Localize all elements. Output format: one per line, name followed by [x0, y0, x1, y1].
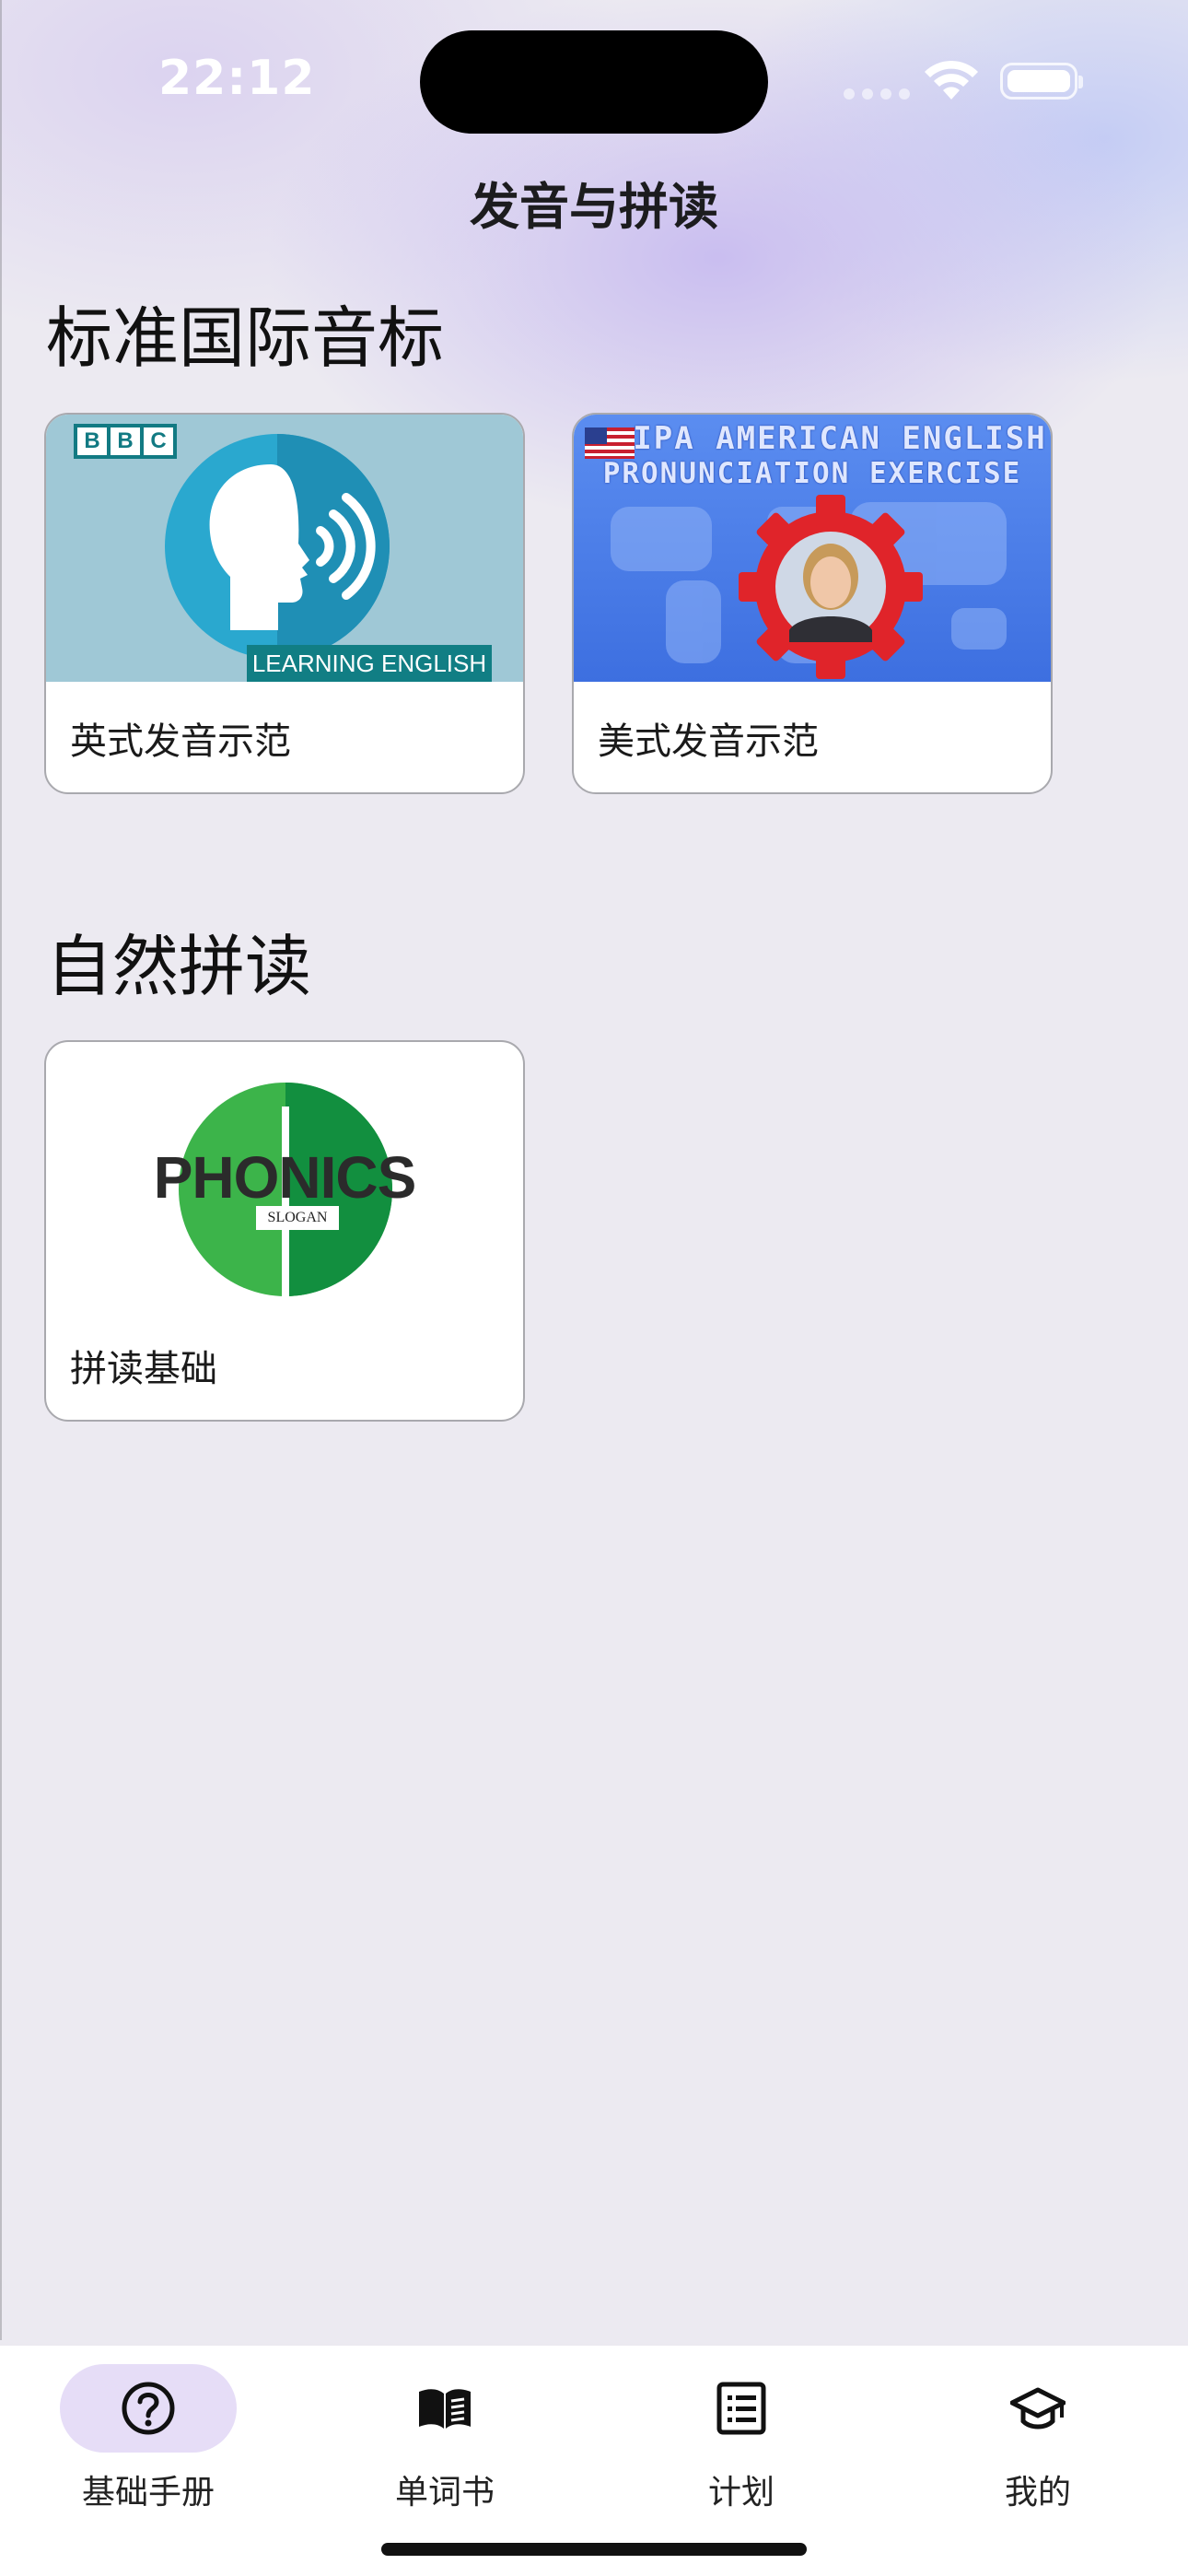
screen-edge: [0, 0, 2, 2340]
tab-label: 计划: [707, 2474, 775, 2512]
home-indicator[interactable]: [381, 2543, 807, 2556]
card-caption: 拼读基础: [70, 1348, 217, 1390]
phonics-slogan: SLOGAN: [256, 1206, 339, 1230]
card-caption: 英式发音示范: [70, 720, 291, 763]
section-title-ipa: 标准国际音标: [46, 299, 445, 377]
list-icon: [716, 2382, 766, 2435]
phonics-thumbnail: PHONICS SLOGAN: [46, 1042, 523, 1309]
status-time: 22:12: [158, 51, 316, 106]
question-circle-icon: [122, 2382, 175, 2435]
tab-label: 我的: [1004, 2474, 1071, 2512]
tab-wordbook[interactable]: 单词书: [297, 2346, 593, 2530]
tab-label: 单词书: [394, 2474, 495, 2512]
book-icon: [419, 2389, 471, 2429]
page-title: 发音与拼读: [470, 178, 718, 236]
tab-basics-handbook[interactable]: 基础手册: [0, 2346, 297, 2530]
card-caption: 美式发音示范: [598, 720, 819, 763]
speaking-head-icon: [165, 434, 390, 659]
ipa-title-line1: IPA AMERICAN ENGLISH: [633, 420, 1047, 457]
gear-portrait-graphic: [739, 495, 923, 679]
phonics-wordmark: PHONICS: [153, 1144, 417, 1211]
tab-bar: 基础手册 单词书 计划 我的: [0, 2346, 1188, 2576]
graduation-cap-icon: [1010, 2387, 1066, 2430]
wifi-icon: [925, 60, 978, 100]
card-american-pronunciation[interactable]: IPA AMERICAN ENGLISH PRONUNCIATION EXERC…: [572, 413, 1053, 794]
card-british-pronunciation[interactable]: BBC LEARNING ENGLISH 英式发音示范: [44, 413, 525, 794]
section-title-phonics: 自然拼读: [46, 928, 312, 1005]
battery-icon: [1000, 63, 1083, 100]
dynamic-island: [420, 30, 768, 134]
learning-english-band: LEARNING ENGLISH: [247, 645, 492, 682]
card-phonics-basics[interactable]: PHONICS SLOGAN 拼读基础: [44, 1040, 525, 1422]
cellular-signal-icon: [844, 88, 910, 100]
ipa-thumbnail: IPA AMERICAN ENGLISH PRONUNCIATION EXERC…: [574, 415, 1051, 682]
bbc-thumbnail: BBC LEARNING ENGLISH: [46, 415, 523, 682]
ipa-title-line2: PRONUNCIATION EXERCISE: [602, 457, 1022, 490]
tab-label: 基础手册: [81, 2474, 215, 2512]
tab-plan[interactable]: 计划: [593, 2346, 890, 2530]
tab-profile[interactable]: 我的: [890, 2346, 1186, 2530]
